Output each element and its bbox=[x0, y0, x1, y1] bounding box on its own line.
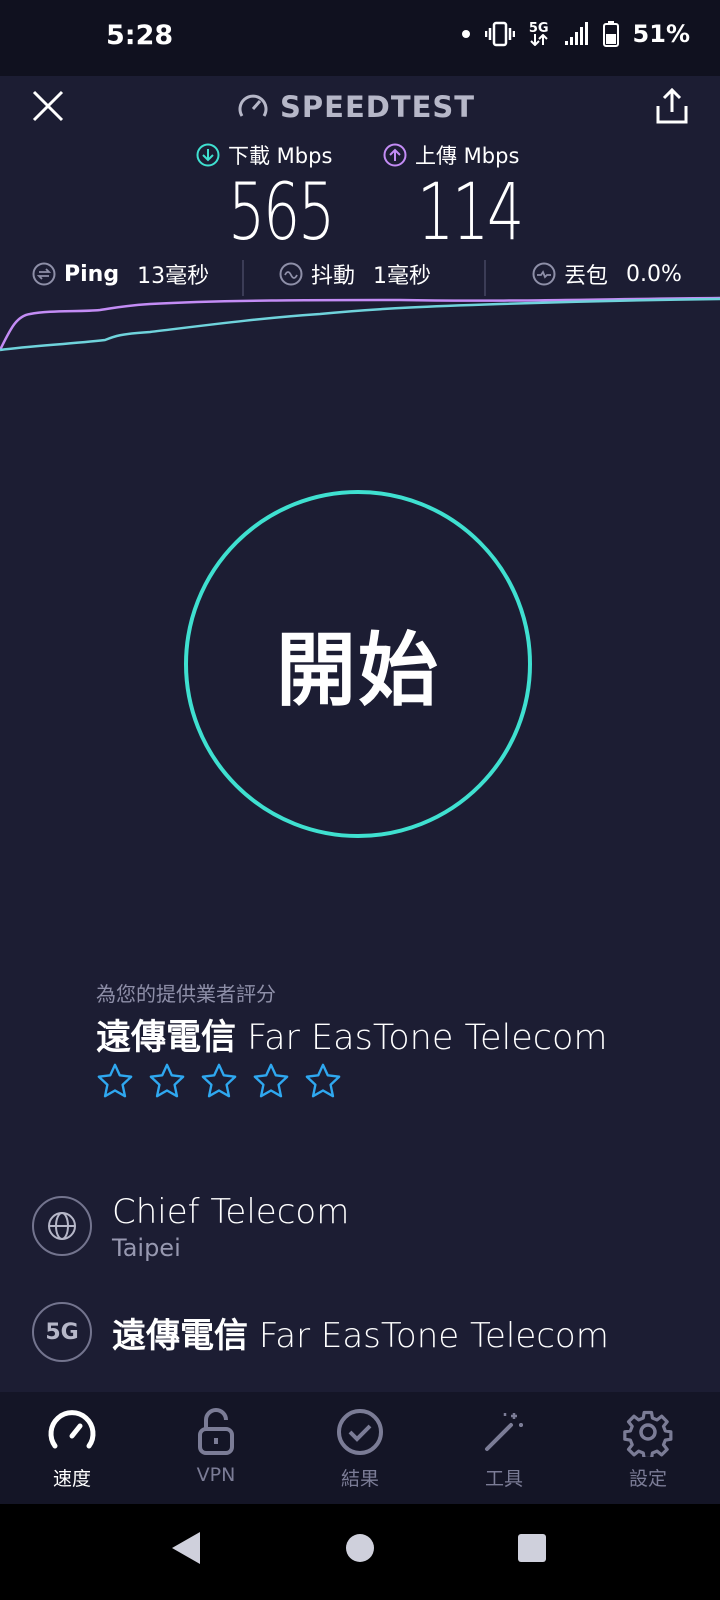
unlock-icon bbox=[198, 1408, 234, 1455]
speedometer-icon bbox=[48, 1410, 96, 1449]
start-test-label: 開始 bbox=[276, 624, 440, 717]
upload-arrow-icon bbox=[383, 143, 407, 167]
tab-settings[interactable]: 設定 bbox=[576, 1392, 720, 1504]
globe-icon bbox=[48, 1212, 76, 1240]
vibrate-icon bbox=[484, 21, 515, 47]
gear-icon bbox=[623, 1410, 673, 1457]
ping-value: 13毫秒 bbox=[137, 264, 210, 289]
close-button[interactable] bbox=[30, 88, 66, 124]
speed-graph bbox=[0, 296, 720, 352]
network-type-icon: 5G bbox=[528, 20, 549, 46]
packet-loss-value: 0.0% bbox=[626, 261, 682, 287]
brand: SPEEDTEST bbox=[236, 90, 475, 124]
tab-label: 工具 bbox=[484, 1468, 523, 1490]
speedometer-logo-icon bbox=[238, 94, 268, 117]
jitter-label: 抖動 bbox=[311, 264, 356, 289]
tab-tools[interactable]: 工具 bbox=[432, 1392, 576, 1504]
star-icon[interactable] bbox=[148, 1062, 186, 1100]
upload-speed-line bbox=[0, 296, 720, 351]
divider bbox=[242, 260, 244, 296]
stats-row: Ping 13毫秒 抖動 1毫秒 丟包 0.0% bbox=[0, 258, 720, 298]
start-test-button[interactable]: 開始 bbox=[184, 490, 532, 838]
share-icon bbox=[656, 87, 688, 124]
tab-label: 結果 bbox=[340, 1468, 379, 1490]
rate-provider-name: 遠傳電信 Far EasTone Telecom bbox=[96, 1009, 608, 1060]
back-triangle-icon bbox=[172, 1532, 200, 1564]
tab-label: 速度 bbox=[52, 1468, 91, 1490]
battery-icon bbox=[602, 21, 619, 47]
rating-stars bbox=[96, 1062, 608, 1100]
download-header: 下載 Mbps bbox=[196, 140, 332, 170]
packet-loss-icon bbox=[532, 262, 556, 286]
rate-caption: 為您的提供業者評分 bbox=[96, 982, 276, 1006]
bottom-tab-bar: 速度 VPN 結果 工具 設定 bbox=[0, 1392, 720, 1504]
rate-provider-section: 為您的提供業者評分 遠傳電信 Far EasTone Telecom bbox=[96, 978, 608, 1100]
network-badge: 5G bbox=[32, 1302, 92, 1362]
server-name: Chief Telecom bbox=[112, 1192, 350, 1232]
status-icons: 5G 51% bbox=[461, 20, 690, 48]
share-button[interactable] bbox=[654, 86, 690, 126]
network-type-label: 5G bbox=[528, 20, 549, 36]
download-label: 下載 Mbps bbox=[228, 144, 333, 168]
tab-speed[interactable]: 速度 bbox=[0, 1392, 144, 1504]
server-icon-wrap bbox=[32, 1196, 92, 1256]
packet-loss-stat: 丟包 0.0% bbox=[532, 258, 682, 290]
home-button[interactable] bbox=[344, 1530, 376, 1570]
battery-percent: 51% bbox=[632, 20, 690, 48]
provider-name-zh: 遠傳電信 bbox=[112, 1316, 248, 1356]
magic-wand-icon bbox=[485, 1413, 523, 1451]
header: SPEEDTEST bbox=[0, 76, 720, 140]
upload-label: 上傳 Mbps bbox=[415, 144, 520, 168]
status-bar: 5:28 5G 51% bbox=[0, 0, 720, 76]
brand-name: SPEEDTEST bbox=[280, 90, 476, 124]
jitter-stat: 抖動 1毫秒 bbox=[279, 258, 431, 290]
provider-row: 5G 遠傳電信 Far EasTone Telecom bbox=[32, 1302, 692, 1366]
recents-button[interactable] bbox=[516, 1530, 548, 1570]
star-icon[interactable] bbox=[96, 1062, 134, 1100]
notification-dot-icon bbox=[461, 29, 471, 39]
provider-name-en: Far EasTone Telecom bbox=[258, 1316, 609, 1356]
upload-header: 上傳 Mbps bbox=[383, 140, 519, 170]
ping-icon bbox=[32, 262, 56, 286]
system-nav-bar bbox=[0, 1504, 720, 1600]
jitter-icon bbox=[279, 262, 303, 286]
star-icon[interactable] bbox=[304, 1062, 342, 1100]
home-circle-icon bbox=[346, 1534, 374, 1562]
provider-name: 遠傳電信 Far EasTone Telecom bbox=[112, 1308, 609, 1357]
star-icon[interactable] bbox=[252, 1062, 290, 1100]
signal-icon bbox=[563, 21, 589, 47]
upload-value: 114 bbox=[417, 168, 524, 258]
ping-label: Ping bbox=[64, 261, 120, 287]
server-location: Taipei bbox=[112, 1234, 181, 1262]
packet-loss-label: 丟包 bbox=[564, 264, 609, 289]
check-circle-icon bbox=[337, 1409, 383, 1455]
download-speed-line bbox=[0, 297, 720, 352]
tab-results[interactable]: 結果 bbox=[288, 1392, 432, 1504]
rate-provider-name-zh: 遠傳電信 bbox=[96, 1018, 237, 1058]
close-icon bbox=[32, 90, 64, 122]
back-button[interactable] bbox=[170, 1530, 202, 1570]
tab-vpn[interactable]: VPN bbox=[144, 1392, 288, 1504]
tab-label: VPN bbox=[196, 1464, 236, 1486]
rate-provider-name-en: Far EasTone Telecom bbox=[247, 1018, 608, 1058]
server-selector[interactable]: Chief Telecom Taipei bbox=[32, 1192, 692, 1262]
recents-square-icon bbox=[518, 1534, 546, 1562]
network-badge-label: 5G bbox=[45, 1319, 79, 1345]
download-arrow-icon bbox=[196, 143, 220, 167]
tab-label: 設定 bbox=[628, 1468, 667, 1490]
ping-stat: Ping 13毫秒 bbox=[32, 258, 209, 290]
star-icon[interactable] bbox=[200, 1062, 238, 1100]
status-time: 5:28 bbox=[106, 20, 174, 51]
download-value: 565 bbox=[228, 168, 335, 258]
jitter-value: 1毫秒 bbox=[373, 264, 432, 289]
divider bbox=[484, 260, 486, 296]
